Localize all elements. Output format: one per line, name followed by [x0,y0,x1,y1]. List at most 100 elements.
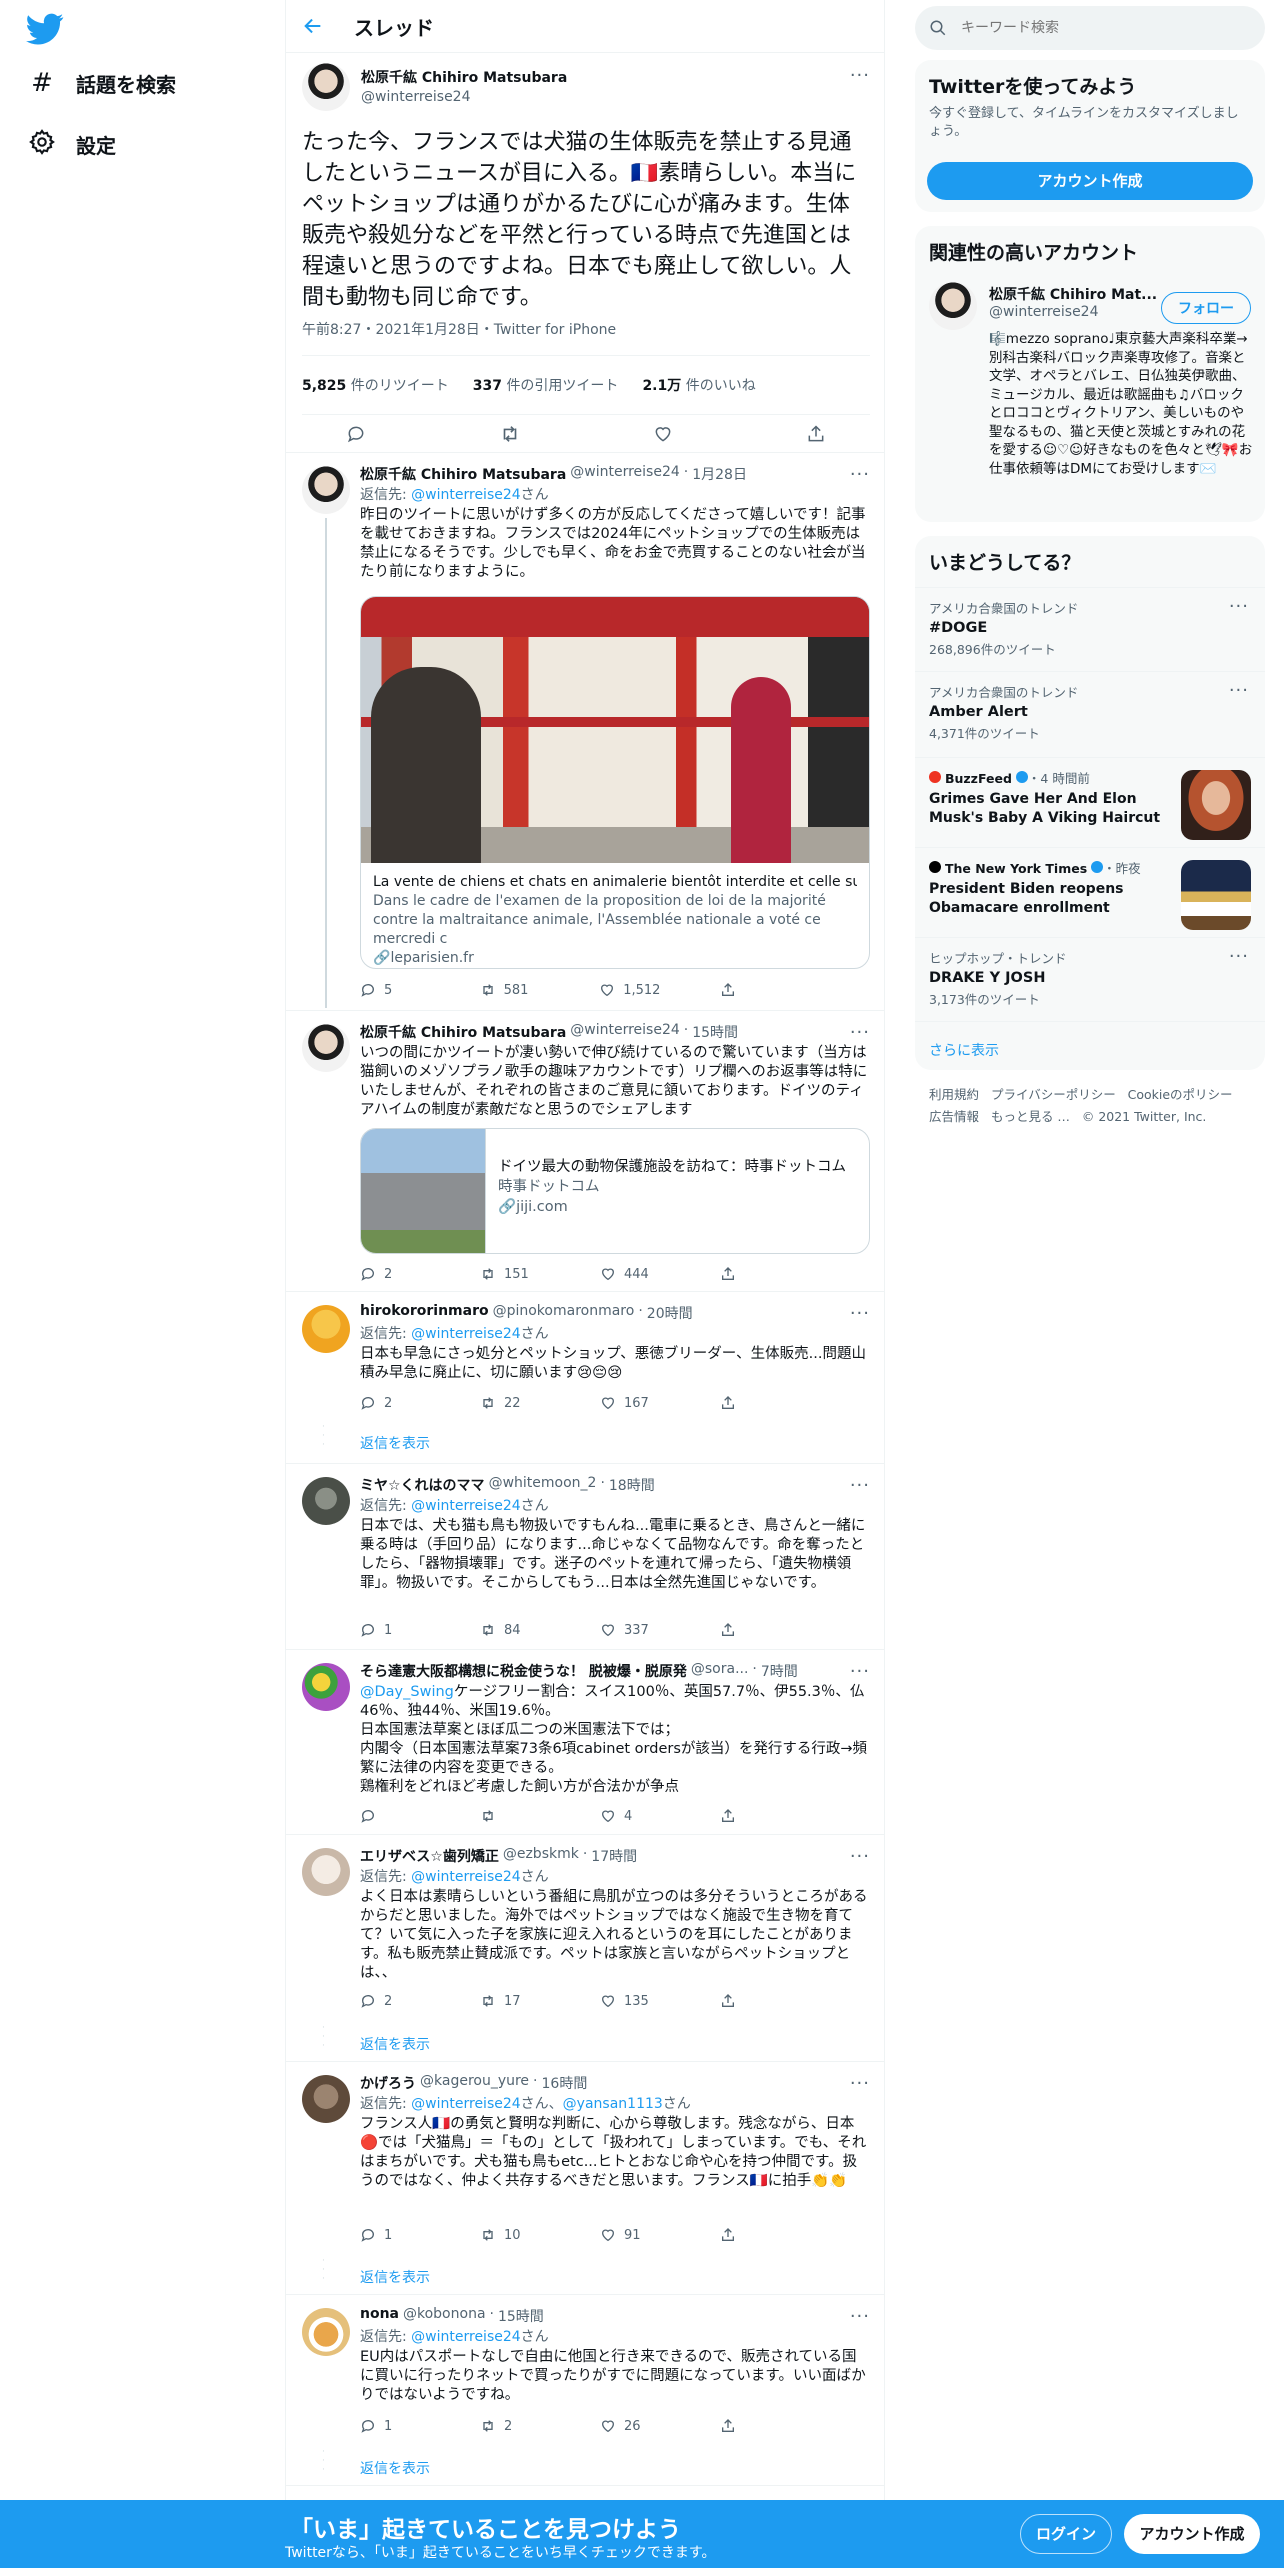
reply-tweet[interactable]: ミヤ☆くれはのママ @whitemoon_2 · 18時間 返信先: @winterr… [286,1465,884,1650]
retweet-button[interactable]: 22 [480,1395,540,1411]
more-options-icon[interactable]: ··· [850,1663,870,1681]
share-button[interactable] [720,1622,780,1638]
author-handle[interactable]: @ezbskmk [503,1846,579,1866]
tweet-timestamp[interactable]: 午前8:27・2021年1月28日・Twitter for iPhone [302,319,616,339]
login-button[interactable]: ログイン [1020,2514,1112,2554]
share-button[interactable] [720,2227,780,2243]
share-button[interactable] [720,2418,780,2434]
cookie-link[interactable]: Cookieのポリシー [1128,1087,1233,1102]
share-button[interactable] [720,1266,780,1282]
author-handle[interactable]: @whitemoon_2 [489,1475,597,1495]
ads-info-link[interactable]: 広告情報 [929,1109,979,1124]
author-name[interactable]: 松原千紘 Chihiro Matsubara [360,464,566,484]
mention-link[interactable]: @winterreise24 [411,487,521,503]
trend-item[interactable]: ヒップホップ・トレンド DRAKE Y JOSH 3,173件のツイート ··· [915,937,1265,1021]
avatar[interactable] [302,2308,350,2356]
more-options-icon[interactable]: ··· [1229,682,1249,700]
more-options-icon[interactable]: ··· [1229,598,1249,616]
link-card[interactable]: ドイツ最大の動物保護施設を訪ねて：時事ドットコム 時事ドットコム 🔗jiji.c… [360,1128,870,1254]
author-handle[interactable]: @pinokomaronmaro [493,1303,635,1323]
terms-link[interactable]: 利用規約 [929,1087,979,1102]
show-replies-link[interactable]: 返信を表示 [360,2034,430,2054]
author-name[interactable]: ミヤ☆くれはのママ [360,1475,485,1495]
like-icon[interactable] [653,424,673,444]
avatar[interactable] [302,1477,350,1525]
avatar[interactable] [929,282,977,330]
search-bar[interactable] [915,6,1265,50]
nav-explore[interactable]: # 話題を検索 [28,68,176,98]
more-options-icon[interactable]: ··· [850,67,870,85]
like-button[interactable]: 26 [600,2418,660,2434]
privacy-link[interactable]: プライバシーポリシー [991,1087,1116,1102]
tweet-time[interactable]: 17時間 [591,1846,637,1866]
mention-link[interactable]: @winterreise24 [411,1498,521,1514]
link-card[interactable]: La vente de chiens et chats en animaleri… [360,596,870,969]
retweet-button[interactable]: 84 [480,1622,540,1638]
like-count[interactable]: 2.1万 件のいいね [642,375,755,395]
avatar[interactable] [302,2075,350,2123]
share-button[interactable] [720,1395,780,1411]
author-name[interactable]: そら達憲大阪都構想に税金使うな！ 脱被爆・脱原発 [360,1661,687,1681]
like-button[interactable]: 337 [600,1622,660,1638]
author-name[interactable]: hirokororinmaro [360,1303,489,1323]
tweet-time[interactable]: 16時間 [542,2073,588,2093]
mention-link[interactable]: @winterreise24 [411,2096,521,2112]
more-options-icon[interactable]: ··· [850,2075,870,2093]
tweet-time[interactable]: 15時間 [498,2306,544,2326]
author-name[interactable]: エリザベス☆歯列矯正 [360,1846,499,1866]
author-name[interactable]: 松原千紘 Chihiro Matsubara [360,1022,566,1042]
share-icon[interactable] [806,424,826,444]
mention-link[interactable]: @winterreise24 [411,2329,521,2345]
mention-link[interactable]: @yansan1113 [563,2096,663,2112]
avatar[interactable] [302,1305,350,1353]
author-handle[interactable]: @kobonona [403,2306,486,2326]
more-options-icon[interactable]: ··· [850,1024,870,1042]
reply-tweet[interactable]: そら達憲大阪都構想に税金使うな！ 脱被爆・脱原発 @sora... · 7時間 @Da… [286,1651,884,1835]
avatar[interactable] [302,1663,350,1711]
quote-count[interactable]: 337 件の引用ツイート [473,375,619,395]
more-options-icon[interactable]: ··· [850,1477,870,1495]
show-replies-link[interactable]: 返信を表示 [360,2458,430,2478]
create-account-button[interactable]: アカウント作成 [927,162,1253,200]
share-button[interactable] [720,1993,780,2009]
avatar[interactable] [302,466,350,514]
twitter-logo-icon[interactable] [26,10,64,48]
tweet-time[interactable]: 15時間 [692,1022,738,1042]
tweet-time[interactable]: 18時間 [609,1475,655,1495]
avatar[interactable] [302,63,350,111]
share-button[interactable] [720,1808,780,1824]
show-more-link[interactable]: さらに表示 [915,1021,1265,1070]
like-button[interactable]: 4 [600,1808,660,1824]
reply-button[interactable] [360,1808,420,1824]
like-button[interactable]: 91 [600,2227,660,2243]
show-replies-link[interactable]: 返信を表示 [360,2267,430,2287]
tweet-time[interactable]: 1月28日 [692,464,747,484]
reply-button[interactable]: 1 [360,2227,420,2243]
reply-tweet[interactable]: エリザベス☆歯列矯正 @ezbskmk · 17時間 返信先: @winterreis… [286,1836,884,2062]
mention-link[interactable]: @winterreise24 [411,1869,521,1885]
retweet-button[interactable]: 2 [480,2418,540,2434]
more-options-icon[interactable]: ··· [1229,948,1249,966]
author-handle[interactable]: @kagerou_yure [420,2073,529,2093]
reply-tweet[interactable]: 松原千紘 Chihiro Matsubara @winterreise24 · 1月2… [286,454,884,1011]
show-replies-link[interactable]: 返信を表示 [360,1433,430,1453]
trend-item[interactable]: アメリカ合衆国のトレンド #DOGE 268,896件のツイート ··· [915,587,1265,671]
more-options-icon[interactable]: ··· [850,2308,870,2326]
more-link[interactable]: もっと見る … [991,1109,1070,1124]
retweet-button[interactable]: 151 [480,1266,540,1282]
reply-tweet[interactable]: かげろう @kagerou_yure · 16時間 返信先: @winterreise… [286,2063,884,2295]
share-button[interactable] [720,982,780,998]
tweet-time[interactable]: 20時間 [647,1303,693,1323]
retweet-count[interactable]: 5,825 件のリツイート [302,375,449,395]
mention-link[interactable]: @Day_Swing [360,1684,454,1700]
mention-link[interactable]: @winterreise24 [411,1326,521,1342]
retweet-icon[interactable] [499,423,521,445]
account-info[interactable]: 松原千紘 Chihiro Mat... @winterreise24 [989,284,1157,320]
reply-button[interactable]: 2 [360,1266,420,1282]
author-handle[interactable]: @winterreise24 [570,1022,680,1042]
main-tweet-author[interactable]: 松原千紘 Chihiro Matsubara @winterreise24 [361,67,567,105]
search-input[interactable] [961,20,1221,36]
author-name[interactable]: かげろう [360,2073,416,2093]
reply-icon[interactable] [346,424,366,444]
like-button[interactable]: 444 [600,1266,660,1282]
